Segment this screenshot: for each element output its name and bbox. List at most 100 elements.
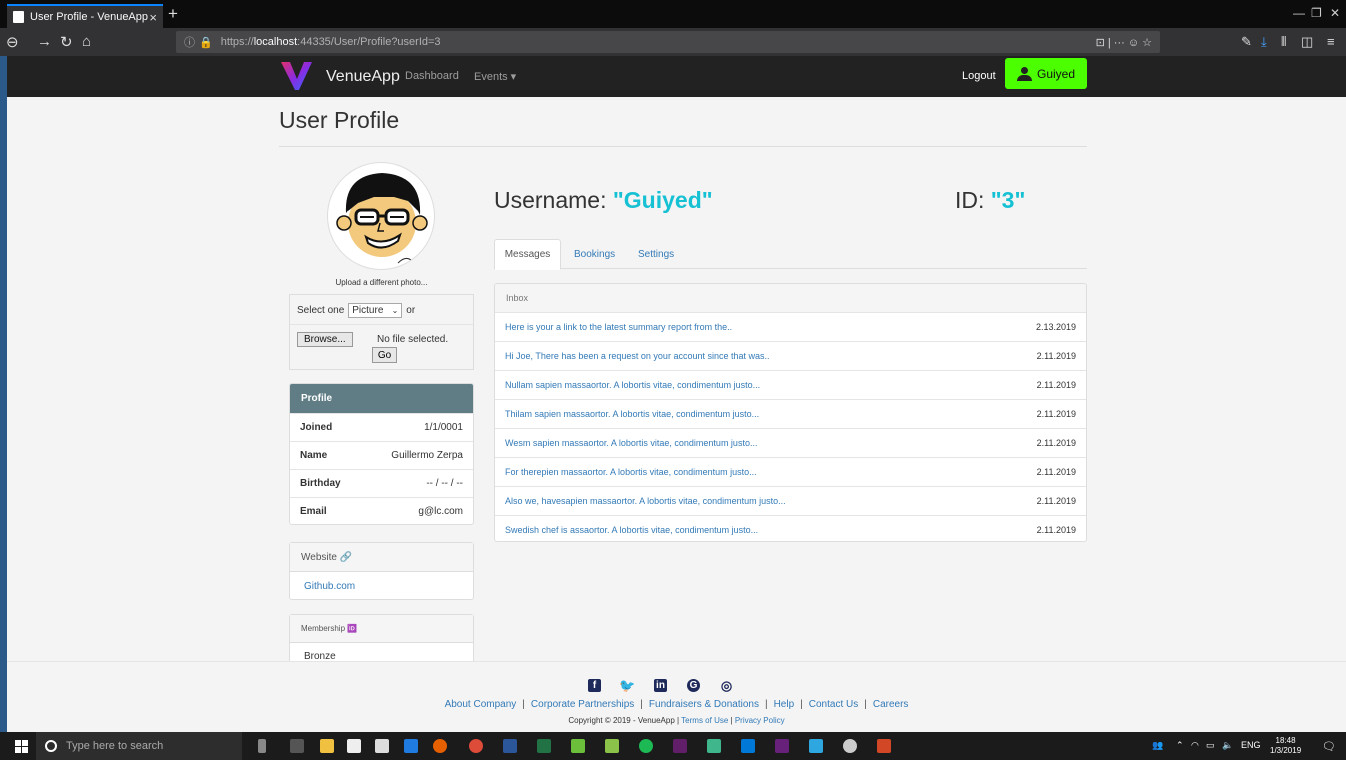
browse-button[interactable]: Browse... xyxy=(297,332,353,347)
restore-icon[interactable]: ❐ xyxy=(1311,6,1322,20)
footer-link-about[interactable]: About Company xyxy=(445,699,517,710)
id-label: ID: xyxy=(955,187,991,213)
excel-icon[interactable] xyxy=(537,739,551,753)
google-plus-icon[interactable]: G xyxy=(687,679,700,692)
message-subject[interactable]: For therepien massaortor. A lobortis vit… xyxy=(505,467,757,477)
page-title: User Profile xyxy=(279,107,400,133)
website-link[interactable]: Github.com xyxy=(290,572,473,592)
user-button[interactable]: Guiyed xyxy=(1005,58,1087,89)
venueapp-logo-icon[interactable] xyxy=(280,59,313,91)
task-view-icon[interactable] xyxy=(290,739,304,753)
info-icon[interactable]: ⓘ xyxy=(184,34,195,50)
nav-dashboard[interactable]: Dashboard xyxy=(405,70,459,82)
message-row[interactable]: Here is your a link to the latest summar… xyxy=(495,312,1086,341)
message-subject[interactable]: Hi Joe, There has been a request on your… xyxy=(505,351,770,361)
app-icon[interactable] xyxy=(809,739,823,753)
forward-icon[interactable]: → xyxy=(37,33,52,50)
app-icon[interactable] xyxy=(571,739,585,753)
profile-row-email: Email g@lc.com xyxy=(290,497,473,524)
chrome-icon[interactable] xyxy=(469,739,483,753)
back-icon[interactable]: ⊖ xyxy=(6,33,19,51)
id-heading: ID: "3" xyxy=(955,187,1025,214)
slack-icon[interactable] xyxy=(673,739,687,753)
tab-messages[interactable]: Messages xyxy=(494,239,561,270)
footer-link-contact[interactable]: Contact Us xyxy=(809,699,858,710)
tab-settings[interactable]: Settings xyxy=(638,239,674,269)
notifications-icon[interactable]: 🗨 xyxy=(1322,740,1336,753)
message-subject[interactable]: Swedish chef is assaortor. A lobortis vi… xyxy=(505,525,758,535)
message-row[interactable]: Also we, havesapien massaortor. A lobort… xyxy=(495,486,1086,515)
spotify-icon[interactable] xyxy=(639,739,653,753)
message-subject[interactable]: Here is your a link to the latest summar… xyxy=(505,322,732,332)
powerpoint-icon[interactable] xyxy=(877,739,891,753)
app-icon[interactable] xyxy=(605,739,619,753)
battery-icon[interactable]: ▭ xyxy=(1206,740,1215,751)
message-row[interactable]: For therepien massaortor. A lobortis vit… xyxy=(495,457,1086,486)
tab-bookings[interactable]: Bookings xyxy=(574,239,615,269)
tools-icon[interactable]: ✎ xyxy=(1241,34,1252,50)
footer-link-partnerships[interactable]: Corporate Partnerships xyxy=(531,699,634,710)
url-actions[interactable]: ⊡ | ··· ☺ ☆ xyxy=(1096,36,1152,49)
photo-type-select[interactable]: Picture ⌄ xyxy=(348,303,403,318)
browser-tab[interactable]: User Profile - VenueApp × xyxy=(7,4,163,28)
wifi-icon[interactable]: ◠ xyxy=(1191,740,1199,751)
footer-link-help[interactable]: Help xyxy=(774,699,795,710)
go-button[interactable]: Go xyxy=(372,347,397,363)
message-row[interactable]: Thilam sapien massaortor. A lobortis vit… xyxy=(495,399,1086,428)
twitter-icon[interactable]: 🐦 xyxy=(619,678,635,693)
minimize-icon[interactable]: — xyxy=(1293,6,1305,20)
clock[interactable]: 18:48 1/3/2019 xyxy=(1270,736,1301,756)
message-subject[interactable]: Nullam sapien massaortor. A lobortis vit… xyxy=(505,380,760,390)
github-desktop-icon[interactable] xyxy=(843,739,857,753)
mail-icon[interactable] xyxy=(375,739,389,753)
message-subject[interactable]: Wesm sapien massaortor. A lobortis vitae… xyxy=(505,438,757,448)
taskbar-search[interactable]: Type here to search xyxy=(36,732,242,760)
people-icon[interactable]: 👥 xyxy=(1152,740,1163,751)
windows-start-icon[interactable] xyxy=(15,740,28,753)
app-icon[interactable] xyxy=(707,739,721,753)
url-bar[interactable]: ⓘ 🔒 https://localhost:44335/User/Profile… xyxy=(176,31,1160,53)
volume-icon[interactable]: 🔈 xyxy=(1222,740,1233,751)
message-row[interactable]: Nullam sapien massaortor. A lobortis vit… xyxy=(495,370,1086,399)
home-icon[interactable]: ⌂ xyxy=(82,33,91,50)
url-path: :44335/User/Profile?userId=3 xyxy=(297,36,441,48)
footer-link-careers[interactable]: Careers xyxy=(873,699,909,710)
message-row[interactable]: Swedish chef is assaortor. A lobortis vi… xyxy=(495,515,1086,541)
message-row[interactable]: Wesm sapien massaortor. A lobortis vitae… xyxy=(495,428,1086,457)
brand-name[interactable]: VenueApp xyxy=(326,68,400,86)
file-explorer-icon[interactable] xyxy=(320,739,334,753)
facebook-icon[interactable]: f xyxy=(588,679,601,692)
message-row[interactable]: Hi Joe, There has been a request on your… xyxy=(495,341,1086,370)
message-subject[interactable]: Also we, havesapien massaortor. A lobort… xyxy=(505,496,786,506)
message-subject[interactable]: Thilam sapien massaortor. A lobortis vit… xyxy=(505,409,759,419)
privacy-link[interactable]: Privacy Policy xyxy=(735,716,785,725)
profile-value: g@lc.com xyxy=(418,506,463,517)
vscode-icon[interactable] xyxy=(741,739,755,753)
terms-link[interactable]: Terms of Use xyxy=(681,716,728,725)
tab-close-icon[interactable]: × xyxy=(149,10,157,25)
language-label[interactable]: ENG xyxy=(1241,740,1261,750)
footer-link-fundraisers[interactable]: Fundraisers & Donations xyxy=(649,699,759,710)
nav-events-dropdown[interactable]: Events ▾ xyxy=(474,70,516,83)
visual-studio-icon[interactable] xyxy=(775,739,789,753)
word-icon[interactable] xyxy=(503,739,517,753)
logout-link[interactable]: Logout xyxy=(962,70,996,82)
window-close-icon[interactable]: ✕ xyxy=(1330,6,1340,20)
edge-icon[interactable] xyxy=(404,739,418,753)
library-icon[interactable]: ⫴ xyxy=(1281,34,1286,50)
message-date: 2.11.2019 xyxy=(1036,496,1076,506)
reload-icon[interactable]: ↻ xyxy=(60,33,73,51)
store-icon[interactable] xyxy=(347,739,361,753)
menu-icon[interactable]: ≡ xyxy=(1327,34,1335,49)
social-links: f 🐦 in G ◎ xyxy=(588,678,733,693)
new-tab-button[interactable]: + xyxy=(168,4,178,24)
microphone-icon[interactable] xyxy=(258,739,266,753)
linkedin-icon[interactable]: in xyxy=(654,679,667,692)
id-value: "3" xyxy=(990,187,1026,213)
sidebar-icon[interactable]: ◫ xyxy=(1301,34,1313,50)
tray-chevron-icon[interactable]: ⌃ xyxy=(1176,740,1184,751)
download-icon[interactable]: ⤓ xyxy=(1261,34,1267,50)
instagram-icon[interactable]: ◎ xyxy=(720,678,733,693)
copyright-text: Copyright © 2019 - VenueApp | xyxy=(568,716,682,725)
firefox-icon[interactable] xyxy=(433,739,447,753)
